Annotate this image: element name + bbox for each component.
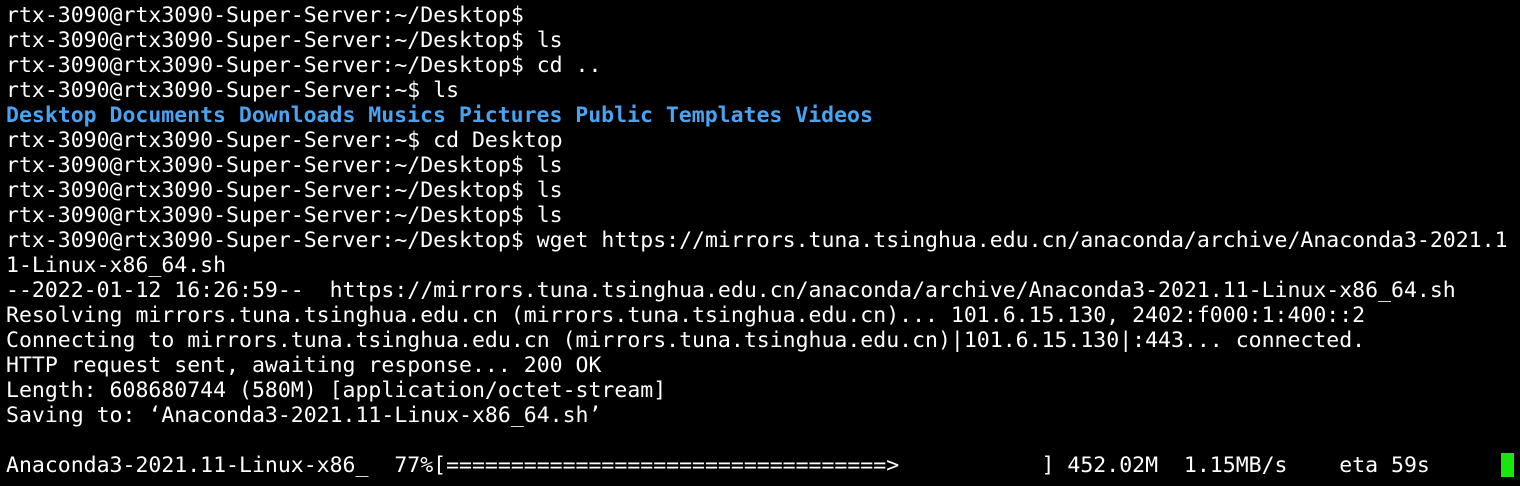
download-progress-line: Anaconda3-2021.11-Linux-x86_ 77%[=======… [6,453,1482,478]
terminal-line: rtx-3090@rtx3090-Super-Server:~/Desktop$… [6,228,1508,253]
directory-entry: Downloads [238,103,356,128]
directory-entry: Desktop [6,103,97,128]
terminal-line: --2022-01-12 16:26:59-- https://mirrors.… [6,278,1456,303]
directory-entry: Documents [109,103,227,128]
terminal-line: Connecting to mirrors.tuna.tsinghua.edu.… [6,328,1366,353]
directory-entry: Public [575,103,653,128]
terminal-line: Resolving mirrors.tuna.tsinghua.edu.cn (… [6,303,1366,328]
terminal-line: Saving to: ‘Anaconda3-2021.11-Linux-x86_… [6,403,602,428]
directory-entry: Pictures [458,103,563,128]
terminal-line: HTTP request sent, awaiting response... … [6,353,602,378]
directory-entry: Musics [368,103,446,128]
terminal-window[interactable]: rtx-3090@rtx3090-Super-Server:~/Desktop$… [0,0,1520,486]
terminal-line: rtx-3090@rtx3090-Super-Server:~/Desktop$… [6,203,563,228]
terminal-line: Length: 608680744 (580M) [application/oc… [6,378,667,403]
terminal-line: rtx-3090@rtx3090-Super-Server:~/Desktop$ [6,3,524,28]
ls-output-directories: Desktop Documents Downloads Musics Pictu… [6,103,1520,128]
terminal-line: 1-Linux-x86_64.sh [6,253,227,278]
terminal-line: rtx-3090@rtx3090-Super-Server:~$ ls [6,78,460,103]
terminal-line: rtx-3090@rtx3090-Super-Server:~$ cd Desk… [6,128,563,153]
directory-entry: Videos [795,103,873,128]
terminal-cursor [1501,453,1514,477]
terminal-line: rtx-3090@rtx3090-Super-Server:~/Desktop$… [6,28,563,53]
directory-entry: Templates [665,103,783,128]
terminal-line: rtx-3090@rtx3090-Super-Server:~/Desktop$… [6,178,563,203]
terminal-line: rtx-3090@rtx3090-Super-Server:~/Desktop$… [6,153,563,178]
terminal-line: rtx-3090@rtx3090-Super-Server:~/Desktop$… [6,53,602,78]
